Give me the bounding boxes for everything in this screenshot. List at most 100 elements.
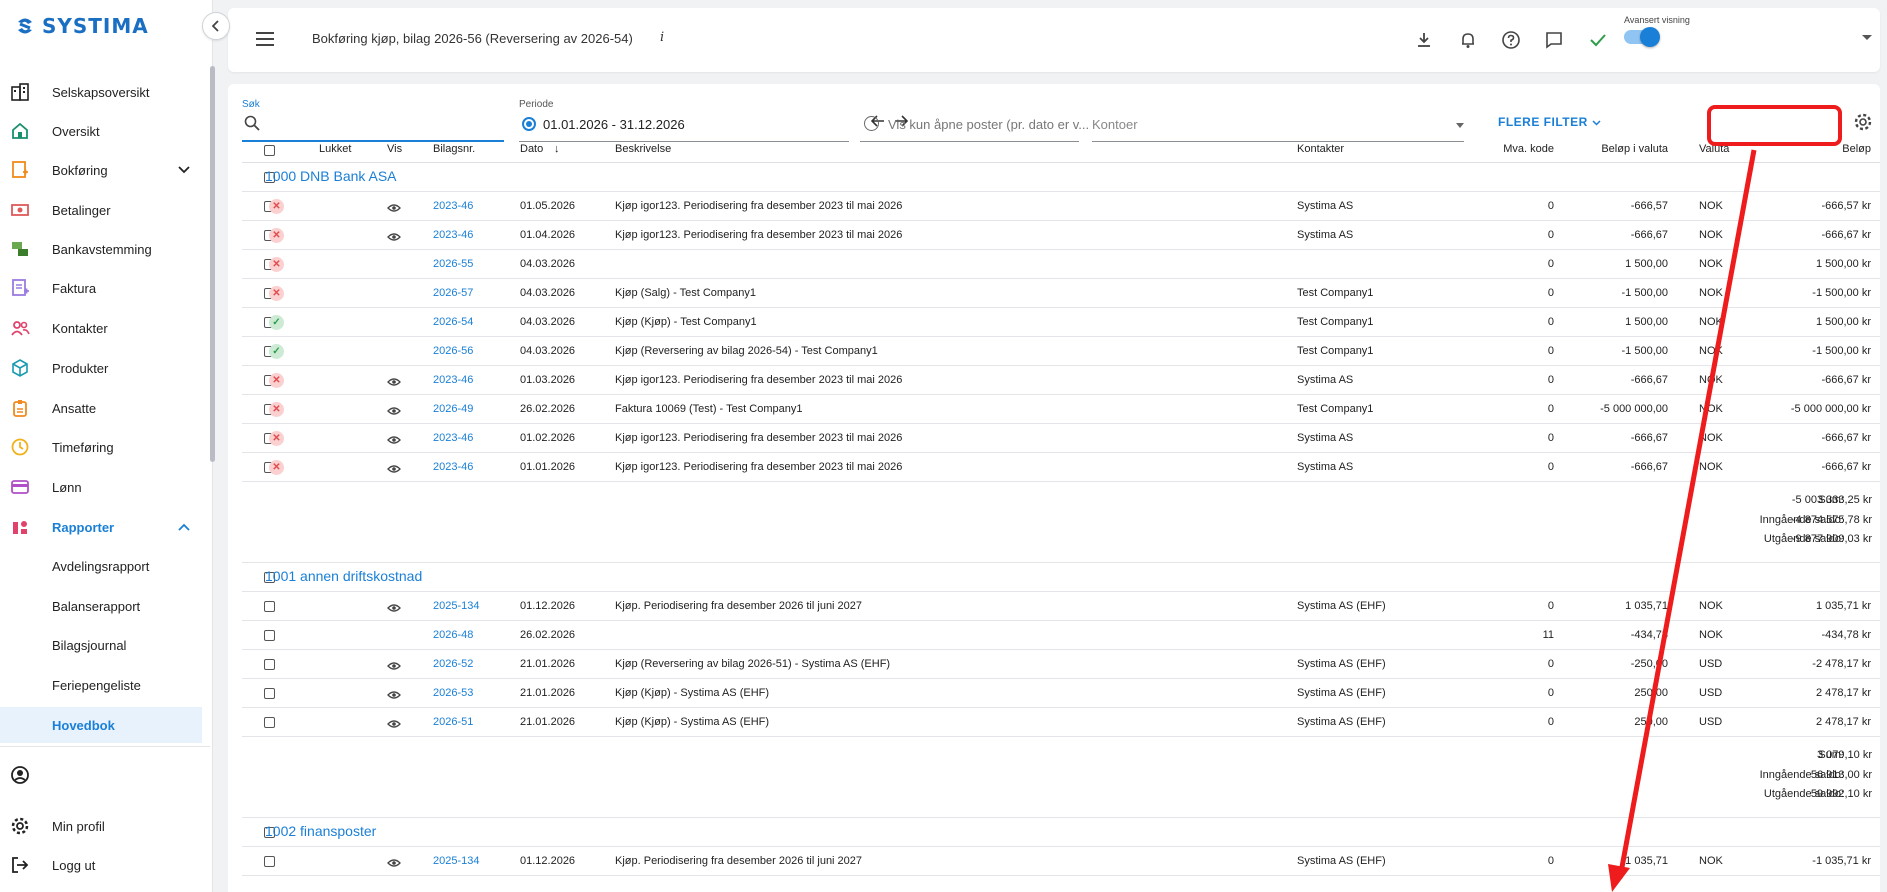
table-row[interactable]: ✓ 2026-56 04.03.2026 Kjøp (Reversering av b… [228, 337, 1880, 366]
open-posts-radio[interactable] [864, 116, 879, 131]
column-header-lukket[interactable]: Lukket [319, 143, 351, 155]
menu-icon[interactable] [256, 32, 274, 46]
eye-icon[interactable] [387, 404, 401, 419]
bell-icon[interactable] [1456, 28, 1480, 52]
voucher-link[interactable]: 2025-134 [433, 855, 480, 867]
advanced-view-toggle[interactable] [1624, 27, 1660, 47]
sidebar-item-oversikt[interactable]: Oversikt [0, 113, 208, 149]
sidebar-item-bankavstemming[interactable]: Bankavstemming [0, 231, 208, 267]
eye-icon[interactable] [387, 201, 401, 216]
eye-icon[interactable] [387, 856, 401, 871]
check-icon[interactable] [1586, 28, 1610, 52]
user-avatar-button[interactable] [0, 757, 208, 793]
table-row[interactable]: 2026-48 26.02.2026 11 -434,78 NOK -434,78 kr [228, 621, 1880, 650]
caret-down-icon[interactable] [1456, 123, 1464, 128]
table-row[interactable]: ✕ 2023-46 01.01.2026 Kjøp igor123. Periodis… [228, 453, 1880, 482]
sidebar-subitem-feriepengeliste[interactable]: Feriepengeliste [0, 667, 202, 703]
column-header-vis[interactable]: Vis [387, 143, 402, 155]
voucher-link[interactable]: 2026-49 [433, 403, 473, 415]
sidebar-item-ansatte[interactable]: Ansatte [0, 390, 208, 426]
table-row[interactable]: ✕ 2023-46 01.05.2026 Kjøp igor123. Periodis… [228, 192, 1880, 221]
row-checkbox[interactable] [264, 717, 275, 728]
sort-arrow-icon[interactable]: ↓ [554, 143, 560, 155]
eye-icon[interactable] [387, 659, 401, 674]
row-checkbox[interactable] [264, 688, 275, 699]
account-group-title[interactable]: 1002 finansposter [265, 823, 376, 839]
download-icon[interactable] [1412, 28, 1436, 52]
period-input[interactable]: 01.01.2026 - 31.12.2026 [543, 117, 685, 132]
table-row[interactable]: 2025-134 01.12.2026 Kjøp. Periodisering fr… [228, 847, 1880, 876]
table-row[interactable]: ✕ 2026-55 04.03.2026 0 1 500,00 NOK 1 500,00 k… [228, 250, 1880, 279]
eye-icon[interactable] [387, 717, 401, 732]
sidebar-item-kontakter[interactable]: Kontakter [0, 310, 208, 346]
row-checkbox[interactable] [264, 601, 275, 612]
voucher-link[interactable]: 2026-53 [433, 687, 473, 699]
eye-icon[interactable] [387, 462, 401, 477]
chat-icon[interactable] [1542, 28, 1566, 52]
collapse-sidebar-button[interactable] [202, 12, 230, 40]
sidebar-scrollbar[interactable] [210, 66, 215, 462]
accounts-select[interactable]: Kontoer [1092, 117, 1138, 132]
column-header-bilagsnr[interactable]: Bilagsnr. [433, 143, 475, 155]
sidebar-item-min-profil[interactable]: Min profil [0, 808, 208, 844]
caret-down-icon[interactable] [1862, 35, 1872, 40]
eye-icon[interactable] [387, 230, 401, 245]
settings-gear-icon[interactable] [1853, 112, 1873, 135]
voucher-link[interactable]: 2025-134 [433, 600, 480, 612]
eye-icon[interactable] [387, 433, 401, 448]
table-row[interactable]: 2026-52 21.01.2026 Kjøp (Reversering av bi… [228, 650, 1880, 679]
account-group-title[interactable]: 1001 annen driftskostnad [265, 568, 422, 584]
logo[interactable]: SYSTIMA [14, 14, 149, 38]
sidebar-item-timeforing[interactable]: Timeføring [0, 429, 208, 465]
chevron-down-icon[interactable] [178, 163, 190, 177]
sidebar-subitem-balanserapport[interactable]: Balanserapport [0, 588, 202, 624]
period-radio[interactable] [522, 117, 536, 131]
eye-icon[interactable] [387, 601, 401, 616]
column-header-beskrivelse[interactable]: Beskrivelse [615, 143, 671, 155]
column-header-mva-kode[interactable]: Mva. kode [1503, 143, 1554, 155]
column-header-kontakter[interactable]: Kontakter [1297, 143, 1344, 155]
row-checkbox[interactable] [264, 630, 275, 641]
eye-icon[interactable] [387, 688, 401, 703]
table-row[interactable]: ✕ 2026-49 26.02.2026 Faktura 10069 (Test) -… [228, 395, 1880, 424]
search-input[interactable] [242, 140, 504, 142]
voucher-link[interactable]: 2023-46 [433, 461, 473, 473]
sidebar-item-produkter[interactable]: Produkter [0, 350, 208, 386]
table-row[interactable]: ✕ 2026-57 04.03.2026 Kjøp (Salg) - Test Com… [228, 279, 1880, 308]
info-icon[interactable]: i [660, 30, 664, 45]
voucher-link[interactable]: 2026-52 [433, 658, 473, 670]
table-row[interactable]: ✓ 2026-54 04.03.2026 Kjøp (Kjøp) - Test Com… [228, 308, 1880, 337]
sidebar-item-bokforing[interactable]: Bokføring [0, 152, 208, 188]
voucher-link[interactable]: 2026-54 [433, 316, 473, 328]
chevron-up-icon[interactable] [178, 520, 190, 534]
sidebar-item-lonn[interactable]: Lønn [0, 469, 208, 505]
voucher-link[interactable]: 2026-56 [433, 345, 473, 357]
voucher-link[interactable]: 2026-51 [433, 716, 473, 728]
eye-icon[interactable] [387, 375, 401, 390]
column-header-dato[interactable]: Dato [520, 143, 543, 155]
sidebar-item-logg-ut[interactable]: Logg ut [0, 847, 208, 883]
table-row[interactable]: 2026-51 21.01.2026 Kjøp (Kjøp) - Systima A… [228, 708, 1880, 737]
voucher-link[interactable]: 2023-46 [433, 374, 473, 386]
voucher-link[interactable]: 2023-46 [433, 229, 473, 241]
table-row[interactable]: ✕ 2023-46 01.03.2026 Kjøp igor123. Periodis… [228, 366, 1880, 395]
more-filters-button[interactable]: FLERE FILTER [1498, 115, 1601, 129]
voucher-link[interactable]: 2023-46 [433, 200, 473, 212]
sidebar-subitem-avdelingsrapport[interactable]: Avdelingsrapport [0, 548, 202, 584]
table-row[interactable]: 2026-53 21.01.2026 Kjøp (Kjøp) - Systima A… [228, 679, 1880, 708]
row-checkbox[interactable] [264, 659, 275, 670]
open-posts-label[interactable]: Vis kun åpne poster (pr. dato er v... [888, 117, 1089, 132]
voucher-link[interactable]: 2026-55 [433, 258, 473, 270]
voucher-link[interactable]: 2026-57 [433, 287, 473, 299]
column-header-belop[interactable]: Beløp [1842, 143, 1871, 155]
table-row[interactable]: 2025-134 01.12.2026 Kjøp. Periodisering fr… [228, 592, 1880, 621]
column-header-belop-i-valuta[interactable]: Beløp i valuta [1601, 143, 1668, 155]
sidebar-subitem-hovedbok[interactable]: Hovedbok [0, 707, 202, 743]
sidebar-item-rapporter[interactable]: Rapporter [0, 509, 208, 545]
sidebar-item-faktura[interactable]: Faktura [0, 270, 208, 306]
help-icon[interactable] [1499, 28, 1523, 52]
account-group-title[interactable]: 1000 DNB Bank ASA [265, 168, 397, 184]
table-row[interactable]: ✕ 2023-46 01.04.2026 Kjøp igor123. Periodis… [228, 221, 1880, 250]
voucher-link[interactable]: 2026-48 [433, 629, 473, 641]
table-row[interactable]: ✕ 2023-46 01.02.2026 Kjøp igor123. Periodis… [228, 424, 1880, 453]
